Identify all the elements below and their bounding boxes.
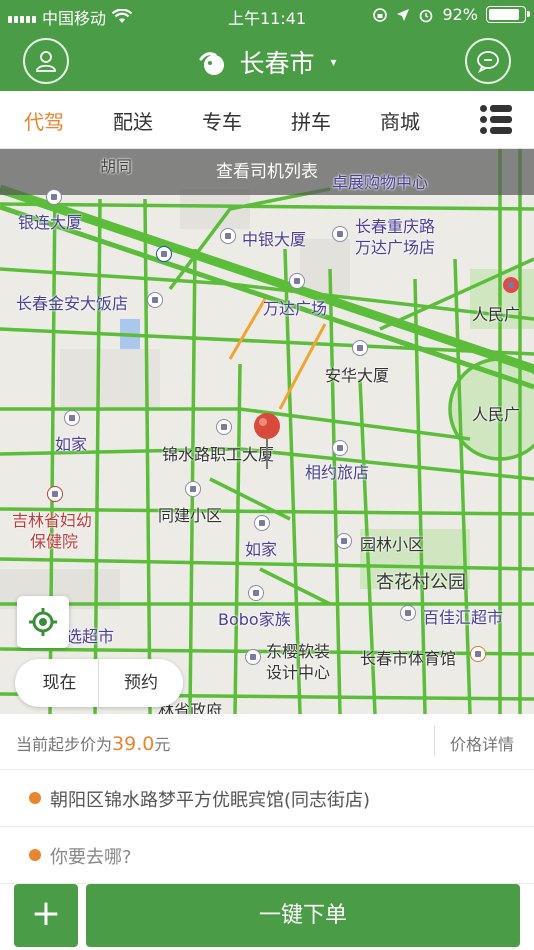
bank-icon	[156, 246, 172, 262]
building-icon	[336, 533, 352, 549]
price-row: 当前起步价为39.0元 价格详情	[0, 714, 534, 770]
tab-pinche[interactable]: 拼车	[291, 106, 331, 135]
tab-daijia[interactable]: 代驾	[24, 106, 64, 135]
tab-peisong[interactable]: 配送	[113, 106, 153, 135]
orientation-lock-icon	[373, 7, 388, 22]
map-poi-label: Bobo家族	[218, 610, 291, 629]
city-selector[interactable]: 长春市 ▾	[0, 44, 534, 80]
map-poi-label: 同建小区	[158, 506, 223, 525]
map-poi-label: 万达广场店	[355, 238, 436, 257]
destination-row[interactable]: 你要去哪?	[0, 827, 534, 884]
destination-dot-icon	[29, 849, 41, 861]
map-poi-label: 杏花村公园	[376, 572, 466, 593]
location-pin-icon	[254, 413, 280, 469]
service-tabs: 代驾 配送 专车 拼车 商城	[0, 91, 534, 149]
map-poi-label: 人民广	[472, 305, 521, 324]
bottom-actions: + 一键下单	[0, 884, 534, 950]
map-poi-label: 银连大厦	[18, 213, 83, 232]
map-poi-label: 选超市	[66, 627, 115, 646]
battery-percent: 92%	[442, 5, 478, 24]
map-poi-label: 保健院	[30, 532, 79, 551]
building-icon	[245, 649, 261, 665]
price-prefix: 当前起步价为	[16, 735, 113, 754]
price-unit: 元	[154, 735, 171, 754]
crosshair-icon	[29, 608, 57, 636]
tab-zhuanche[interactable]: 专车	[202, 106, 242, 135]
price-value: 39.0	[112, 733, 155, 755]
chat-bubble-icon	[477, 51, 499, 73]
cart-icon	[400, 605, 416, 621]
price-detail-link[interactable]: 价格详情	[450, 731, 514, 755]
add-button[interactable]: +	[14, 884, 78, 947]
map-poi-label: 长春金安大饭店	[16, 294, 129, 313]
hotel-icon	[147, 292, 163, 308]
stadium-icon	[470, 646, 486, 662]
chevron-down-icon: ▾	[330, 55, 337, 69]
menu-icon[interactable]	[480, 105, 512, 135]
city-name: 长春市	[239, 49, 315, 78]
map-view[interactable]: 查看司机列表 卓展购物中心 胡同 银连大厦 中银大厦 长春重庆路 万达广场店 长…	[0, 149, 534, 714]
map-poi-label: 设计中心	[266, 663, 331, 682]
locate-me-button[interactable]	[17, 596, 69, 648]
time-toggle: 现在 预约	[15, 659, 183, 707]
metro-icon	[503, 277, 519, 293]
start-price: 当前起步价为39.0元	[16, 731, 170, 755]
driver-list-button[interactable]: 查看司机列表	[0, 149, 534, 195]
nav-bar: 长春市 ▾	[0, 30, 534, 91]
map-poi-label: 园林小区	[360, 535, 425, 554]
hotel-icon	[248, 585, 264, 601]
hotel-icon	[332, 440, 348, 456]
status-bar: 中国移动 上午11:41 92%	[0, 0, 534, 30]
reserve-option[interactable]: 预约	[105, 659, 177, 707]
map-poi-label: 人民广	[472, 405, 521, 424]
building-icon	[46, 189, 62, 205]
driver-logo-icon	[199, 52, 225, 75]
mall-icon	[332, 226, 348, 242]
now-option[interactable]: 现在	[21, 659, 99, 707]
map-poi-label: 安华大厦	[325, 366, 390, 385]
building-icon	[216, 419, 232, 435]
battery-icon	[486, 6, 530, 23]
building-icon	[352, 340, 368, 356]
building-icon	[185, 481, 201, 497]
messages-button[interactable]	[465, 38, 511, 84]
building-icon	[220, 228, 236, 244]
alarm-icon	[420, 9, 433, 22]
map-poi-label: 长春市体育馆	[360, 649, 457, 668]
map-poi-label: 万达广场	[263, 299, 328, 318]
one-click-order-button[interactable]: 一键下单	[86, 884, 520, 947]
pickup-address-row[interactable]: 朝阳区锦水路梦平方优眠宾馆(同志街店)	[0, 770, 534, 827]
hotel-icon	[254, 515, 270, 531]
map-poi-label: 百佳汇超市	[423, 608, 504, 627]
status-icons: 92%	[372, 5, 530, 24]
map-poi-label: 如家	[55, 435, 88, 454]
origin-dot-icon	[29, 792, 41, 804]
hotel-icon	[64, 410, 80, 426]
pickup-address: 朝阳区锦水路梦平方优眠宾馆(同志街店)	[50, 790, 371, 811]
map-poi-label: 相约旅店	[305, 463, 370, 482]
hospital-icon	[47, 486, 63, 502]
tab-shangcheng[interactable]: 商城	[380, 106, 420, 135]
map-poi-label: 中银大厦	[242, 230, 307, 249]
divider	[434, 726, 435, 756]
map-street-label: 胡同	[100, 157, 133, 176]
location-arrow-icon	[397, 8, 410, 21]
map-poi-label: 如家	[245, 540, 278, 559]
destination-placeholder: 你要去哪?	[50, 847, 132, 868]
map-poi-label: 卓展购物中心	[332, 173, 429, 192]
shopping-bag-icon	[289, 273, 305, 289]
